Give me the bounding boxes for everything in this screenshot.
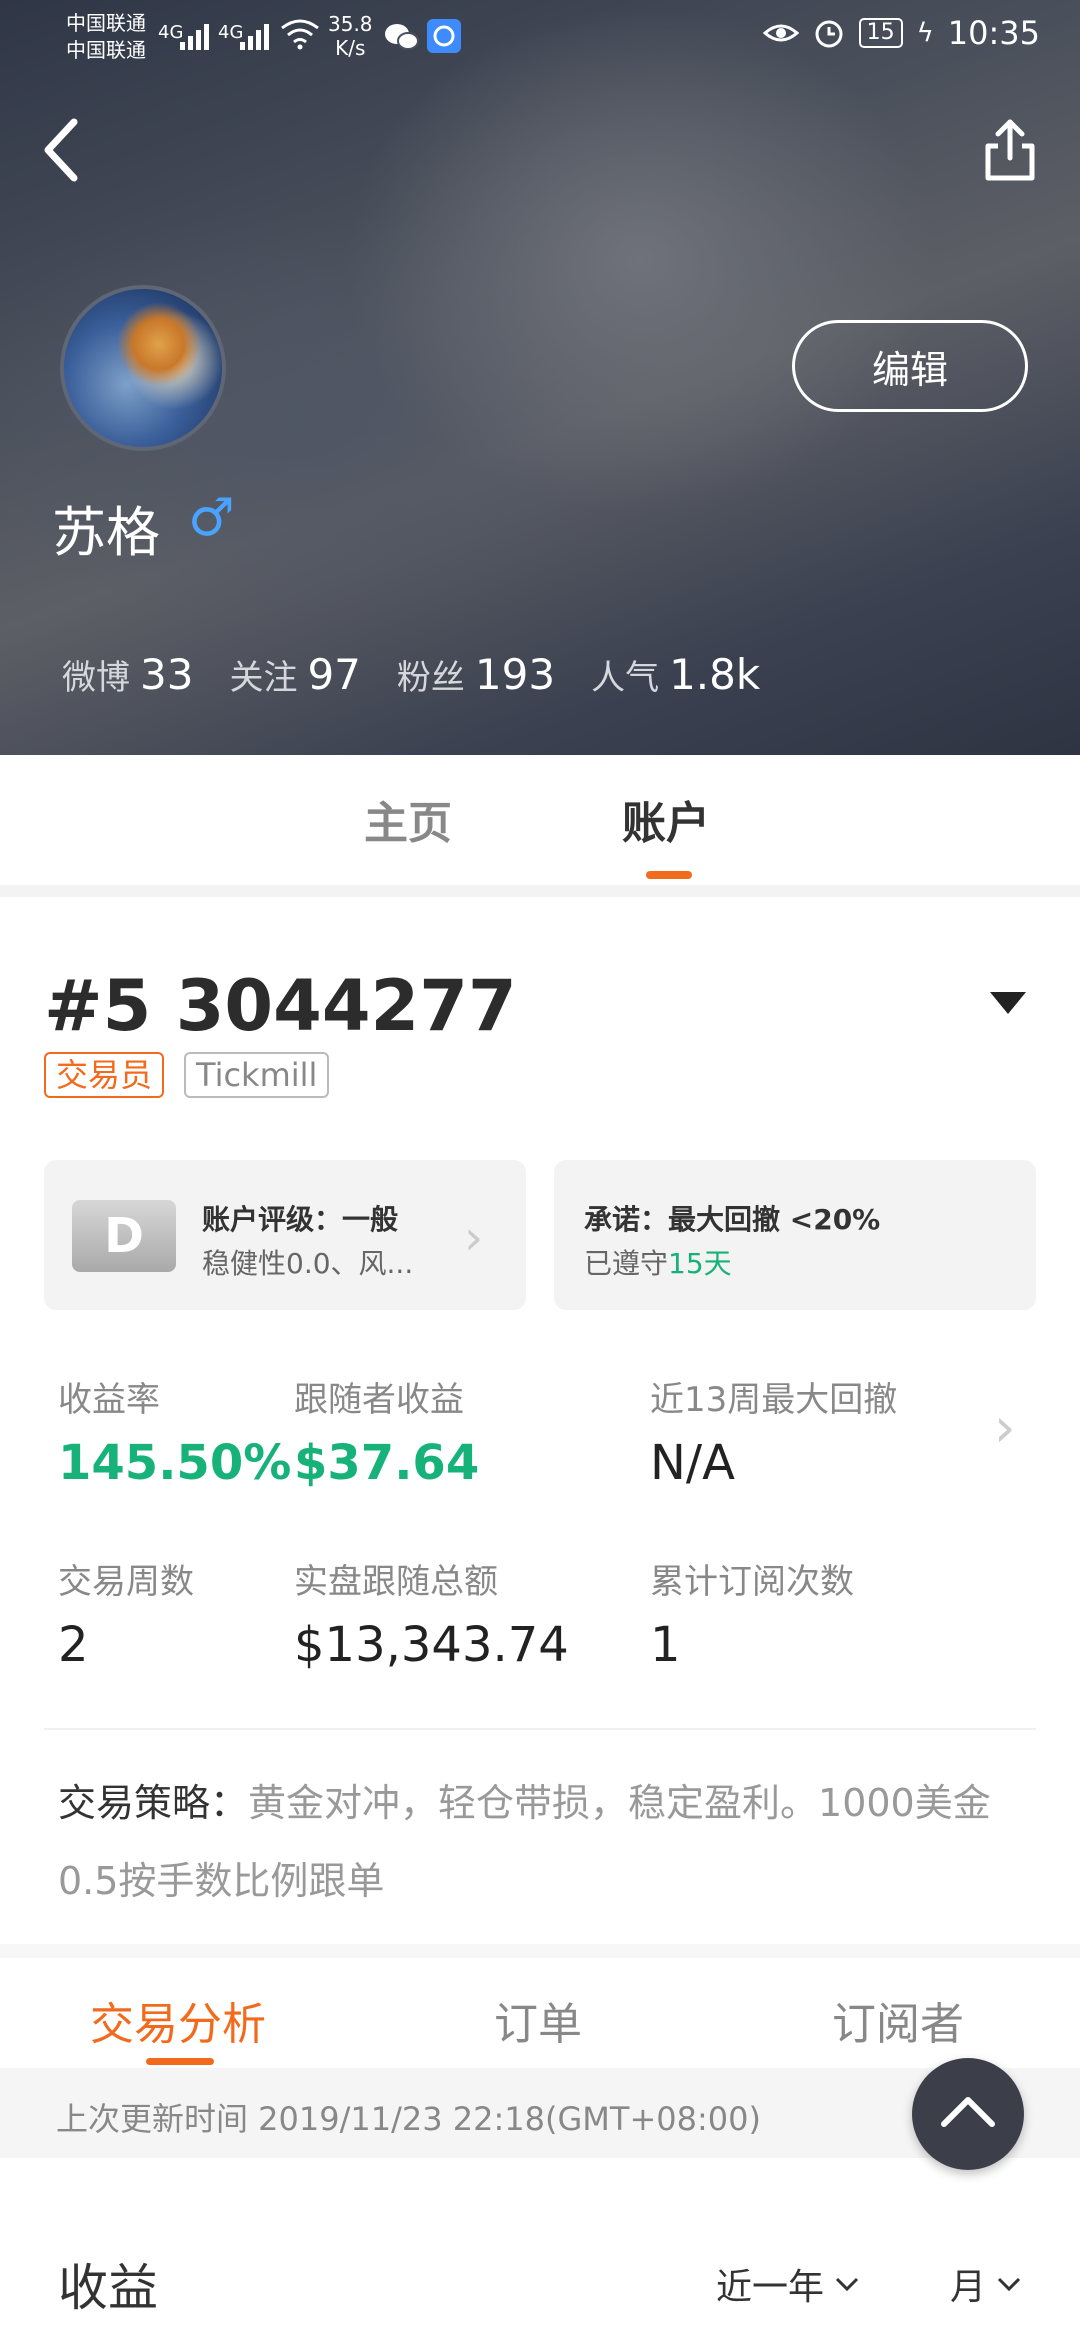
earnings-title: 收益 — [58, 2259, 158, 2317]
signal-icon — [180, 24, 209, 50]
rating-subtitle: 稳健性0.0、风... — [202, 1247, 414, 1280]
stat-followers[interactable]: 粉丝 193 — [397, 650, 555, 699]
app-notification-icon — [427, 19, 461, 53]
broker-tag: Tickmill — [184, 1052, 330, 1098]
stat-following[interactable]: 关注 97 — [229, 650, 360, 699]
trading-strategy: 交易策略：黄金对冲，轻仓带损，稳定盈利。1000美金0.5按手数比例跟单 — [58, 1781, 991, 1903]
profile-header: 中国联通 中国联通 4G 4G 35.8 K/s 15 ϟ 10:35 编辑 苏… — [0, 0, 1080, 755]
account-dropdown-icon[interactable] — [990, 992, 1026, 1014]
section-divider — [0, 1944, 1080, 1958]
status-bar: 中国联通 中国联通 4G 4G 35.8 K/s 15 ϟ 10:35 — [0, 0, 1080, 72]
tab-home[interactable]: 主页 — [364, 787, 452, 851]
account-number: #5 3044277 — [44, 965, 517, 1047]
stat-popularity: 人气 1.8k — [591, 650, 761, 699]
back-arrow-icon[interactable] — [40, 112, 100, 188]
section-divider — [0, 885, 1080, 897]
metric-max-drawdown[interactable]: 近13周最大回撤 N/A — [650, 1372, 897, 1491]
last-update-time: 上次更新时间 2019/11/23 22:18(GMT+08:00) — [56, 2100, 761, 2138]
tab-trade-analysis[interactable]: 交易分析 — [90, 1988, 266, 2052]
promise-card: 承诺：最大回撤 <20% 已遵守15天 — [554, 1160, 1036, 1310]
charging-icon: ϟ — [916, 18, 934, 48]
active-tab-indicator — [646, 871, 692, 879]
avatar[interactable] — [60, 285, 226, 451]
main-tabs: 主页 账户 — [0, 755, 1080, 885]
analysis-tabs: 交易分析 订单 订阅者 — [0, 1958, 1080, 2068]
tab-account[interactable]: 账户 — [622, 787, 710, 851]
share-icon[interactable] — [982, 116, 1038, 184]
period-filter[interactable]: 月 — [950, 2258, 1022, 2310]
metric-total-follow-amount: 实盘跟随总额 $13,343.74 — [294, 1562, 569, 1673]
eye-icon — [762, 24, 799, 42]
stat-weibo[interactable]: 微博 33 — [62, 650, 193, 699]
chevron-up-icon — [941, 2097, 995, 2127]
alarm-icon — [815, 20, 843, 48]
account-rating-card[interactable]: D 账户评级：一般 稳健性0.0、风... › — [44, 1160, 526, 1310]
divider — [44, 1728, 1036, 1730]
status-right: 15 ϟ 10:35 — [762, 14, 1040, 52]
edit-profile-button[interactable]: 编辑 — [792, 320, 1028, 412]
promise-title: 承诺：最大回撤 <20% — [584, 1203, 881, 1236]
tab-subscribers[interactable]: 订阅者 — [832, 1988, 964, 2052]
rating-title: 账户评级：一般 — [202, 1203, 399, 1236]
metric-follower-profit: 跟随者收益 $37.64 — [294, 1380, 480, 1491]
active-subtab-indicator — [146, 2058, 214, 2065]
promise-subtitle: 已遵守15天 — [584, 1247, 732, 1280]
trader-tag: 交易员 — [44, 1052, 165, 1098]
user-name: 苏格 — [52, 501, 160, 564]
chevron-down-icon — [997, 2277, 1021, 2292]
rating-badge: D — [72, 1200, 176, 1272]
chevron-down-icon — [835, 2277, 859, 2292]
metric-subscription-count: 累计订阅次数 1 — [650, 1562, 854, 1673]
chevron-right-icon: › — [464, 1210, 484, 1266]
battery-level: 15 — [858, 18, 903, 48]
net-speed: 35.8 K/s — [328, 12, 373, 60]
range-filter[interactable]: 近一年 — [716, 2258, 860, 2310]
profile-stats: 微博 33 关注 97 粉丝 193 人气 1.8k — [62, 650, 796, 699]
scroll-to-top-button[interactable] — [912, 2058, 1024, 2170]
carrier-names: 中国联通 中国联通 — [66, 11, 146, 62]
chevron-right-icon[interactable]: › — [994, 1396, 1016, 1459]
metric-trading-weeks: 交易周数 2 — [58, 1562, 194, 1673]
wechat-icon — [385, 24, 419, 50]
metric-return-rate: 收益率 145.50% — [58, 1380, 292, 1491]
clock: 10:35 — [947, 14, 1040, 52]
wifi-icon — [281, 19, 319, 50]
signal-icon — [240, 24, 269, 50]
tab-orders[interactable]: 订单 — [494, 1988, 582, 2052]
male-gender-icon: ♂ — [188, 488, 235, 548]
